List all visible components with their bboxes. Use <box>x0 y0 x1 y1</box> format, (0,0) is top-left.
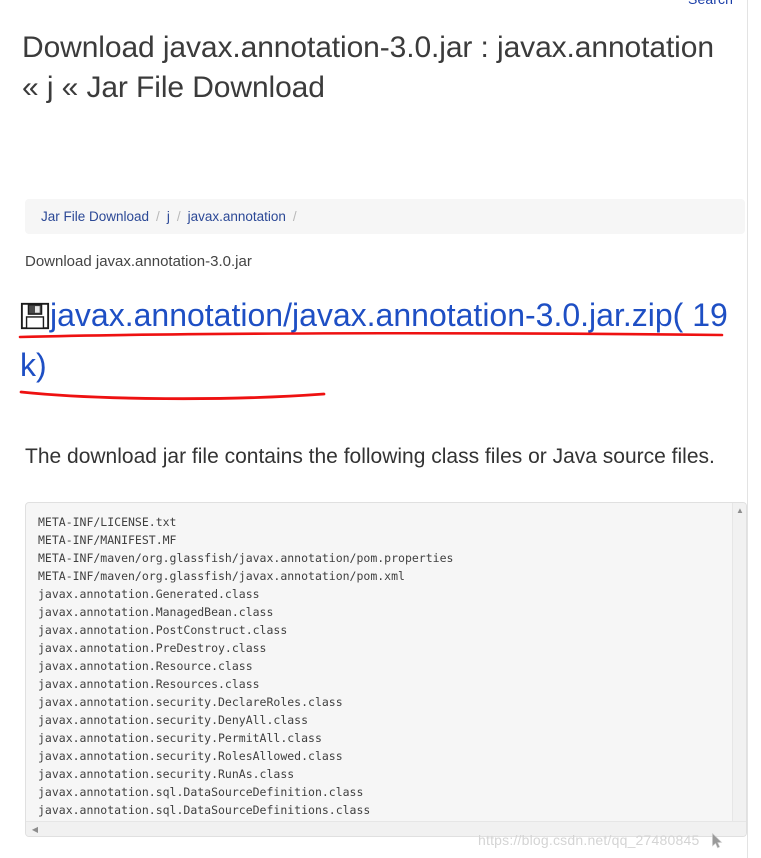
list-item: META-INF/MANIFEST.MF <box>38 533 177 547</box>
breadcrumb-item-jar-file-download[interactable]: Jar File Download <box>41 209 149 224</box>
list-item: javax.annotation.security.RolesAllowed.c… <box>38 749 343 763</box>
list-item: javax.annotation.Resource.class <box>38 659 253 673</box>
list-item: META-INF/LICENSE.txt <box>38 515 177 529</box>
list-item: javax.annotation.ManagedBean.class <box>38 605 274 619</box>
download-link-label: javax.annotation/javax.annotation-3.0.ja… <box>20 297 728 383</box>
list-item: javax.annotation.PreDestroy.class <box>38 641 267 655</box>
scroll-left-glyph: ◀ <box>31 824 39 834</box>
right-gutter <box>749 0 761 858</box>
list-item: META-INF/maven/org.glassfish/javax.annot… <box>38 569 405 583</box>
breadcrumb-item-j[interactable]: j <box>167 209 170 224</box>
file-list: META-INF/LICENSE.txt META-INF/MANIFEST.M… <box>26 503 732 821</box>
list-item: javax.annotation.Generated.class <box>38 587 260 601</box>
csdn-watermark: https://blog.csdn.net/qq_27480845 <box>478 832 700 848</box>
description-text: The download jar file contains the follo… <box>25 445 715 468</box>
list-item: javax.annotation.security.DenyAll.class <box>38 713 309 727</box>
breadcrumb-item-javax-annotation[interactable]: javax.annotation <box>188 209 286 224</box>
list-item: javax.annotation.security.PermitAll.clas… <box>38 731 322 745</box>
list-item: javax.annotation.sql.DataSourceDefinitio… <box>38 785 364 799</box>
list-item: javax.annotation.security.RunAs.class <box>38 767 295 781</box>
file-list-panel[interactable]: META-INF/LICENSE.txt META-INF/MANIFEST.M… <box>25 502 747 837</box>
vertical-scrollbar[interactable]: ▲ <box>732 503 746 821</box>
download-subtitle: Download javax.annotation-3.0.jar <box>25 253 252 270</box>
scroll-up-arrow-icon[interactable]: ▲ <box>733 505 746 517</box>
list-item: javax.annotation.sql.DataSourceDefinitio… <box>38 803 371 817</box>
breadcrumb: Jar File Download / j / javax.annotation… <box>25 199 745 234</box>
list-item: META-INF/maven/org.glassfish/javax.annot… <box>38 551 454 565</box>
download-jar-link[interactable]: javax.annotation/javax.annotation-3.0.ja… <box>20 297 728 383</box>
scroll-up-glyph: ▲ <box>736 506 744 515</box>
list-item: javax.annotation.security.DeclareRoles.c… <box>38 695 343 709</box>
list-item: javax.annotation.Resources.class <box>38 677 260 691</box>
page-title: Download javax.annotation-3.0.jar : java… <box>22 31 714 105</box>
search-link[interactable]: Search <box>688 0 733 7</box>
download-block: javax.annotation/javax.annotation-3.0.ja… <box>20 290 730 390</box>
breadcrumb-separator: / <box>156 209 160 224</box>
red-underline-annotation-2 <box>19 390 326 401</box>
page-container: Search Download javax.annotation-3.0.jar… <box>0 0 748 858</box>
scroll-left-arrow-icon[interactable]: ◀ <box>29 822 41 836</box>
breadcrumb-separator: / <box>176 209 181 224</box>
list-item: javax.annotation.PostConstruct.class <box>38 623 288 637</box>
breadcrumb-separator: / <box>292 209 297 224</box>
mouse-cursor-icon <box>712 833 723 849</box>
floppy-disk-save-icon <box>20 295 50 330</box>
